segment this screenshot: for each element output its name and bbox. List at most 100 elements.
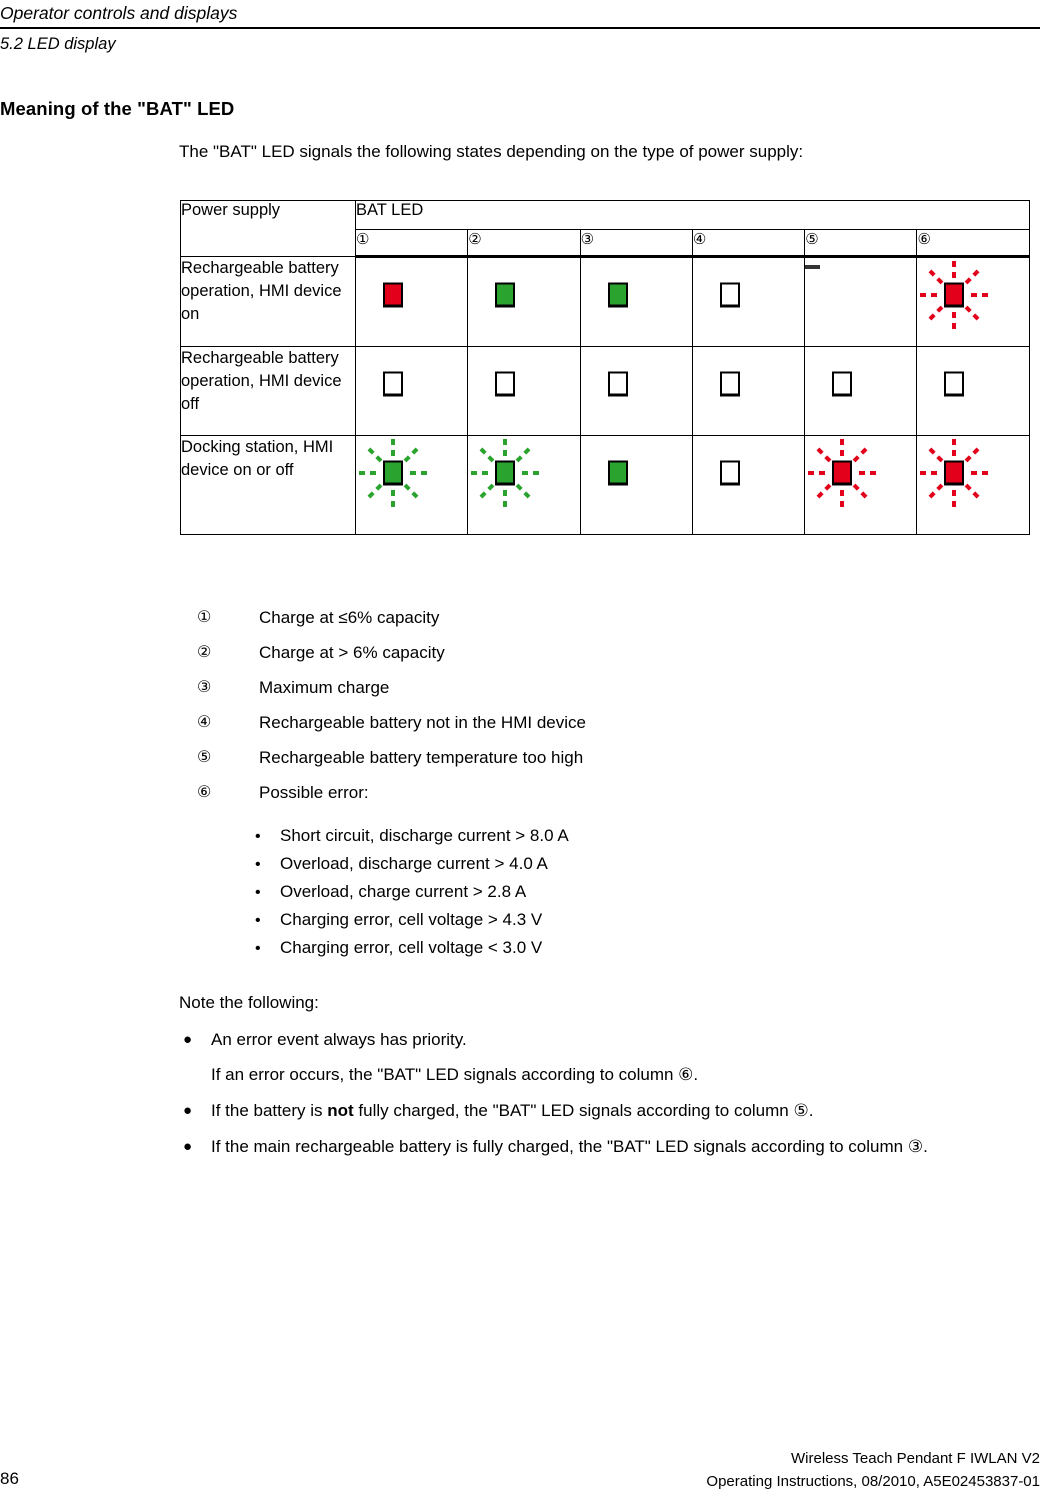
- led-off-icon: [693, 436, 767, 510]
- legend-label-3: Maximum charge: [259, 678, 390, 697]
- error-bullet-text: Short circuit, discharge current > 8.0 A: [280, 826, 569, 845]
- led-not-applicable-dash: [805, 258, 821, 275]
- note-section: Note the following: ● An error event alwa…: [179, 990, 999, 1170]
- note-text-emphasis: not: [327, 1101, 354, 1120]
- table-row-label: Rechargeable battery operation, HMI devi…: [180, 346, 356, 436]
- table-header-power-supply: Power supply: [180, 200, 356, 257]
- led-cell-r2-c4: [691, 346, 806, 436]
- header-section-title: 5.2 LED display: [0, 35, 116, 53]
- led-cell-r1-c6: [916, 256, 1030, 347]
- note-text-prefix: If the battery is: [211, 1101, 328, 1120]
- error-bullet-text: Charging error, cell voltage > 4.3 V: [280, 910, 543, 929]
- led-green-flashing-icon: [468, 436, 542, 510]
- note-bullet-item: ● An error event always has priority. If a…: [179, 1027, 999, 1088]
- bullet-dot-icon: •: [255, 856, 261, 873]
- bullet-dot-icon: •: [255, 940, 261, 957]
- led-cell-r3-c3: [579, 435, 693, 535]
- table-row-label: Rechargeable battery operation, HMI devi…: [180, 256, 356, 347]
- led-cell-r1-c1: [354, 256, 469, 347]
- error-bullet-text: Overload, charge current > 2.8 A: [280, 882, 527, 901]
- bullet-dot-icon: •: [255, 884, 261, 901]
- table-row: Docking station, HMI device on or off: [180, 435, 1030, 535]
- header-chapter-title: Operator controls and displays: [0, 3, 238, 23]
- error-bullet-text: Charging error, cell voltage < 3.0 V: [280, 938, 543, 957]
- table-header-col-2: ②: [467, 229, 581, 258]
- legend-item: ② Charge at > 6% capacity: [195, 640, 955, 665]
- led-green-icon: [581, 436, 655, 510]
- led-green-icon: [468, 258, 542, 332]
- legend-item: ⑥ Possible error:: [195, 780, 955, 805]
- bullet-dot-icon: ●: [183, 1102, 193, 1119]
- note-bullet-item: ● If the battery is not fully charged, th…: [179, 1098, 999, 1124]
- led-cell-r1-c4: [691, 256, 806, 347]
- led-green-icon: [581, 258, 655, 332]
- led-off-icon: [917, 347, 991, 421]
- error-bullet-item: • Short circuit, discharge current > 8.0 …: [255, 822, 955, 850]
- legend-marker-3: ③: [197, 679, 212, 696]
- led-off-icon: [693, 258, 767, 332]
- table-header-col-1: ①: [354, 229, 469, 258]
- led-cell-r3-c2: [467, 435, 581, 535]
- led-red-flashing-icon: [805, 436, 879, 510]
- led-red-icon: [356, 258, 430, 332]
- bullet-dot-icon: •: [255, 828, 261, 845]
- led-cell-r1-c2: [467, 256, 581, 347]
- legend-marker-2: ②: [197, 644, 212, 661]
- legend-label-6: Possible error:: [259, 783, 369, 802]
- error-bullet-item: • Charging error, cell voltage > 4.3 V: [255, 906, 955, 934]
- legend-label-1: Charge at ≤6% capacity: [259, 608, 440, 627]
- note-item-body: An error event always has priority. If an…: [211, 1027, 999, 1088]
- page-running-header: Operator controls and displays 5.2 LED d…: [0, 0, 1040, 55]
- led-cell-r2-c6: [916, 346, 1030, 436]
- led-cell-r3-c1: [354, 435, 469, 535]
- legend-item: ① Charge at ≤6% capacity: [195, 605, 955, 630]
- table-body: Rechargeable battery operation, HMI devi…: [180, 256, 1030, 535]
- legend-list: ① Charge at ≤6% capacity ② Charge at > 6% c…: [195, 605, 955, 815]
- led-green-flashing-icon: [356, 436, 430, 510]
- led-cell-r3-c4: [691, 435, 806, 535]
- note-item-text: If the main rechargeable battery is full…: [211, 1137, 928, 1156]
- note-bullet-list: ● An error event always has priority. If a…: [179, 1027, 999, 1160]
- footer-doc-info: Operating Instructions, 08/2010, A5E0245…: [706, 1473, 1040, 1490]
- legend-item: ⑤ Rechargeable battery temperature too hi…: [195, 745, 955, 770]
- error-bullet-text: Overload, discharge current > 4.0 A: [280, 854, 548, 873]
- possible-error-bullet-list: • Short circuit, discharge current > 8.0 …: [255, 822, 955, 962]
- note-bullet-item: ● If the main rechargeable battery is ful…: [179, 1134, 999, 1160]
- footer-doc-reference: Wireless Teach Pendant F IWLAN V2 Operat…: [706, 1447, 1040, 1493]
- legend-label-2: Charge at > 6% capacity: [259, 643, 445, 662]
- bullet-dot-icon: ●: [183, 1138, 193, 1155]
- led-cell-r2-c5: [804, 346, 918, 436]
- led-cell-r1-c3: [579, 256, 693, 347]
- bat-led-state-table: Power supply BAT LED ① ② ③ ④ ⑤ ⑥ Recharg…: [180, 200, 1030, 535]
- legend-marker-5: ⑤: [197, 749, 212, 766]
- legend-marker-1: ①: [197, 609, 212, 626]
- led-cell-r2-c3: [579, 346, 693, 436]
- led-red-flashing-icon: [917, 258, 991, 332]
- page-title: Meaning of the "BAT" LED: [0, 98, 235, 119]
- note-text-suffix: fully charged, the "BAT" LED signals acc…: [353, 1101, 814, 1120]
- legend-marker-6: ⑥: [197, 784, 212, 801]
- led-cell-r3-c5: [804, 435, 918, 535]
- table-header-col-5: ⑤: [804, 229, 918, 258]
- led-cell-r3-c6: [916, 435, 1030, 535]
- footer-page-number: 86: [0, 1469, 19, 1488]
- led-off-icon: [805, 347, 879, 421]
- note-intro-text: Note the following:: [179, 993, 319, 1012]
- led-off-icon: [693, 347, 767, 421]
- note-item-text: If the battery is not fully charged, the…: [211, 1098, 999, 1124]
- table-row: Rechargeable battery operation, HMI devi…: [180, 256, 1030, 347]
- table-row: Rechargeable battery operation, HMI devi…: [180, 346, 1030, 436]
- led-red-flashing-icon: [917, 436, 991, 510]
- bullet-dot-icon: •: [255, 912, 261, 929]
- led-off-icon: [581, 347, 655, 421]
- error-bullet-item: • Charging error, cell voltage < 3.0 V: [255, 934, 955, 962]
- table-header-col-3: ③: [579, 229, 693, 258]
- led-off-icon: [356, 347, 430, 421]
- table-header-col-6: ⑥: [916, 229, 1030, 258]
- table-header-col-4: ④: [691, 229, 806, 258]
- led-cell-r2-c1: [354, 346, 469, 436]
- intro-paragraph: The "BAT" LED signals the following stat…: [179, 142, 804, 161]
- legend-item: ④ Rechargeable battery not in the HMI dev…: [195, 710, 955, 735]
- led-cell-r1-c5: [804, 256, 918, 347]
- error-bullet-item: • Overload, discharge current > 4.0 A: [255, 850, 955, 878]
